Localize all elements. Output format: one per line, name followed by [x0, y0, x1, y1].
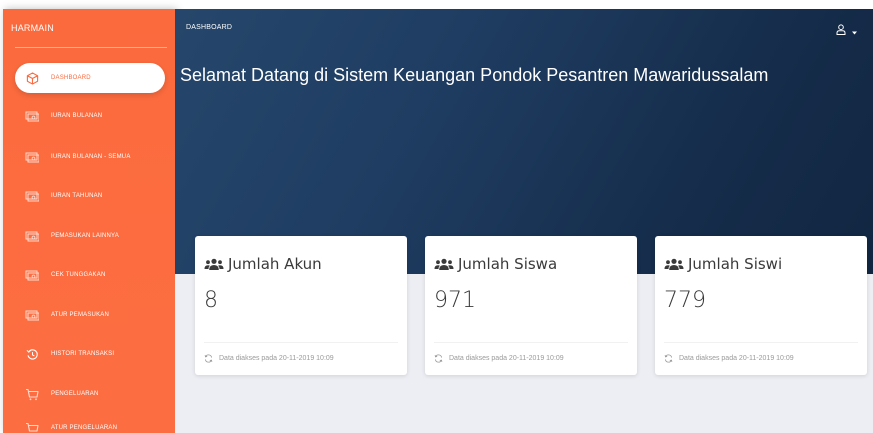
money-icon [25, 150, 39, 164]
card-footer: Data diakses pada 20-11-2019 10:09 [434, 353, 564, 363]
brand-name[interactable]: HARMAIN [11, 23, 54, 33]
app-frame: HARMAIN DASHBOARD IURAN BULANAN IURAN BU… [0, 0, 873, 433]
sidebar-item-atur-pemasukan[interactable]: ATUR PEMASUKAN [15, 300, 165, 330]
sidebar-item-pemasukan-lainnya[interactable]: PEMASUKAN LAINNYA [15, 221, 165, 251]
money-icon [25, 229, 39, 243]
sidebar-item-label: PEMASUKAN LAINNYA [51, 233, 119, 239]
sidebar-item-label: PENGELUARAN [51, 391, 99, 397]
users-icon [664, 257, 684, 271]
sidebar-item-label: ATUR PEMASUKAN [51, 312, 110, 318]
card-title: Jumlah Akun [228, 255, 322, 273]
card-value: 779 [664, 288, 706, 313]
cart-icon [25, 387, 39, 401]
sidebar-item-label: IURAN BULANAN [51, 113, 103, 119]
card-footer-text: Data diakses pada 20-11-2019 10:09 [679, 354, 794, 362]
card-divider [434, 342, 628, 343]
card-footer-text: Data diakses pada 20-11-2019 10:09 [449, 354, 564, 362]
stat-card-siswi: Jumlah Siswi 779 Data diakses pada 20-11… [655, 236, 867, 375]
sidebar-item-cek-tunggakan[interactable]: CEK TUNGGAKAN [15, 260, 165, 290]
card-divider [664, 342, 858, 343]
card-footer: Data diakses pada 20-11-2019 10:09 [664, 353, 794, 363]
sidebar-item-dashboard[interactable]: DASHBOARD [15, 63, 165, 93]
user-icon[interactable] [836, 20, 846, 39]
sidebar-item-iuran-tahunan[interactable]: IURAN TAHUNAN [15, 181, 165, 211]
sidebar-item-label: CEK TUNGGAKAN [51, 272, 106, 278]
card-footer: Data diakses pada 20-11-2019 10:09 [204, 353, 334, 363]
sidebar-item-histori-transaksi[interactable]: HISTORI TRANSAKSI [15, 339, 165, 369]
welcome-heading: Selamat Datang di Sistem Keuangan Pondok… [180, 65, 769, 85]
money-icon [25, 308, 39, 322]
sidebar-item-label: IURAN BULANAN - SEMUA [51, 154, 131, 160]
users-icon [434, 257, 454, 271]
sidebar-item-label: DASHBOARD [51, 75, 91, 81]
caret-down-icon[interactable] [852, 20, 857, 39]
card-footer-text: Data diakses pada 20-11-2019 10:09 [219, 354, 334, 362]
card-header: Jumlah Siswa [434, 255, 557, 273]
refresh-icon [434, 353, 444, 363]
user-menu[interactable] [836, 20, 857, 39]
refresh-icon [664, 353, 674, 363]
cart-icon [25, 421, 39, 433]
card-title: Jumlah Siswi [688, 255, 783, 273]
users-icon [204, 257, 224, 271]
sidebar-item-pengeluaran[interactable]: PENGELUARAN [15, 379, 165, 409]
stat-card-siswa: Jumlah Siswa 971 Data diakses pada 20-11… [425, 236, 637, 375]
money-icon [25, 268, 39, 282]
history-icon [25, 347, 39, 361]
sidebar-divider [15, 47, 167, 48]
money-icon [25, 189, 39, 203]
card-title: Jumlah Siswa [458, 255, 558, 273]
sidebar-item-atur-pengeluaran[interactable]: ATUR PENGELUARAN [15, 413, 165, 433]
sidebar-item-iuran-bulanan[interactable]: IURAN BULANAN [15, 101, 165, 131]
main-content: DASHBOARD Selamat Datang di Sistem Keuan… [175, 9, 873, 433]
sidebar-item-label: HISTORI TRANSAKSI [51, 351, 115, 357]
card-header: Jumlah Siswi [664, 255, 782, 273]
stat-card-akun: Jumlah Akun 8 Data diakses pada 20-11-20… [195, 236, 407, 375]
sidebar-item-label: ATUR PENGELUARAN [51, 425, 118, 431]
card-value: 8 [204, 288, 218, 313]
money-icon [25, 109, 39, 123]
hero-banner: DASHBOARD Selamat Datang di Sistem Keuan… [175, 9, 873, 274]
sidebar: HARMAIN DASHBOARD IURAN BULANAN IURAN BU… [3, 9, 175, 433]
card-value: 971 [434, 288, 476, 313]
cube-icon [25, 71, 39, 85]
card-divider [204, 342, 398, 343]
card-header: Jumlah Akun [204, 255, 322, 273]
refresh-icon [204, 353, 214, 363]
sidebar-item-label: IURAN TAHUNAN [51, 193, 103, 199]
sidebar-item-iuran-bulanan-semua[interactable]: IURAN BULANAN - SEMUA [15, 142, 165, 172]
page-title: DASHBOARD [186, 24, 233, 31]
